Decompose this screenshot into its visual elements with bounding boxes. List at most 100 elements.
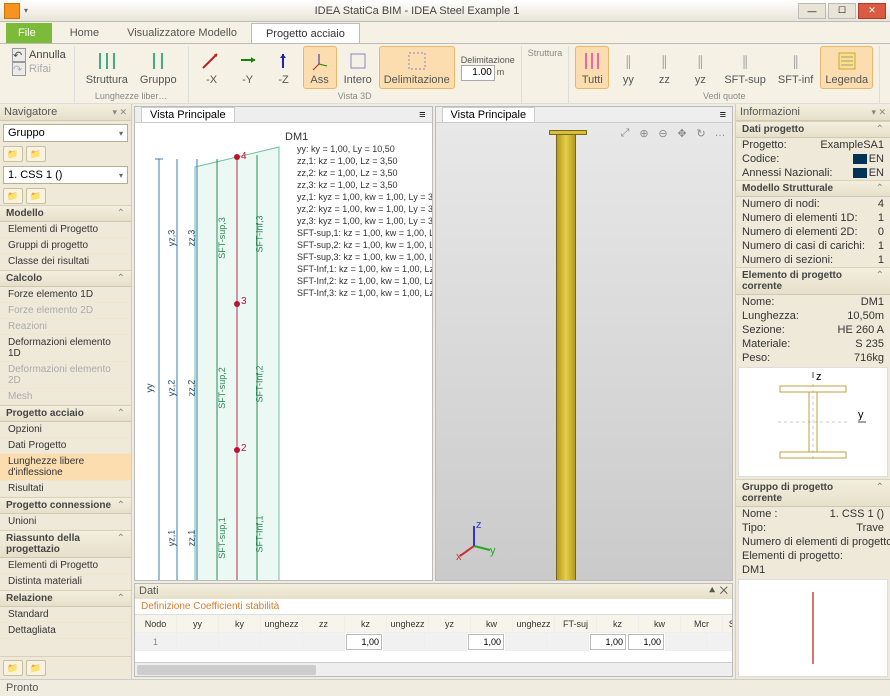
- view-3d-tab[interactable]: Vista Principale: [442, 107, 536, 122]
- data-grid-hscroll[interactable]: [135, 662, 732, 676]
- info-sec-elemento[interactable]: Elemento di progetto corrente: [736, 267, 890, 295]
- nav-combo-gruppo[interactable]: Gruppo: [3, 124, 128, 142]
- grid-cell: [303, 633, 345, 651]
- grid-cell[interactable]: [590, 634, 626, 650]
- tab-bar: File Home Visualizzatore Modello Progett…: [0, 22, 890, 44]
- rotate-icon[interactable]: ↻: [693, 125, 709, 141]
- group-preview: [738, 579, 888, 677]
- btn-view-z[interactable]: -Z: [267, 46, 301, 89]
- app-icon: [4, 3, 20, 19]
- view-2d-tab[interactable]: Vista Principale: [141, 107, 235, 122]
- info-panel: Informazioni▾ ✕ Dati progetto Progetto:E…: [735, 104, 890, 679]
- qat-dropdown[interactable]: ▾: [24, 6, 28, 15]
- tab-file[interactable]: File: [6, 23, 52, 43]
- view-2d-canvas[interactable]: DM1 yy: ky = 1,00, Ly = 10,50 zz,1: kz =…: [135, 123, 432, 580]
- nav-sec-connessione[interactable]: Progetto connessione: [0, 497, 131, 514]
- grid-cell[interactable]: [628, 634, 664, 650]
- nav-item: Deformazioni elemento 2D: [0, 362, 131, 389]
- btn-delimitazione[interactable]: Delimitazione: [379, 46, 455, 89]
- ribbon-group-2-label: Vista 3D: [338, 91, 372, 101]
- btn-struttura[interactable]: Struttura: [81, 46, 133, 89]
- minimize-button[interactable]: —: [798, 3, 826, 19]
- svg-text:x: x: [456, 551, 462, 563]
- nav-item[interactable]: Forze elemento 1D: [0, 287, 131, 303]
- view-3d-pane: Vista Principale ≡ ⤢ ⊕ ⊖ ✥ ↻ … x y z: [435, 106, 734, 581]
- zoom-out-icon[interactable]: ⊖: [655, 125, 671, 141]
- btn-yz[interactable]: ∥yz: [683, 46, 717, 89]
- grid-cell: [261, 633, 303, 651]
- folder-btn-1[interactable]: 📁: [3, 146, 23, 162]
- status-bar: Pronto: [0, 679, 890, 696]
- info-sec-progetto[interactable]: Dati progetto: [736, 121, 890, 138]
- view-2d-menu[interactable]: ≡: [419, 109, 425, 121]
- nav-item[interactable]: Unioni: [0, 514, 131, 530]
- tab-home[interactable]: Home: [56, 23, 113, 43]
- folder-btn-3[interactable]: 📁: [3, 188, 23, 204]
- delim-label: Delimitazione: [461, 55, 515, 65]
- btn-zz[interactable]: ∥zz: [647, 46, 681, 89]
- btn-legenda[interactable]: Legenda: [820, 46, 873, 89]
- tab-visualizzatore[interactable]: Visualizzatore Modello: [113, 23, 251, 43]
- nav-item[interactable]: Lunghezze libere d'inflessione: [0, 454, 131, 481]
- grid-cell: [707, 633, 732, 651]
- grid-cell[interactable]: [468, 634, 504, 650]
- zoom-in-icon[interactable]: ⊕: [636, 125, 652, 141]
- view-3d-menu[interactable]: ≡: [720, 109, 726, 121]
- nav-sec-modello[interactable]: Modello: [0, 205, 131, 222]
- nav-item[interactable]: Elementi di Progetto: [0, 558, 131, 574]
- nav-item: Mesh: [0, 389, 131, 405]
- redo-button[interactable]: ↷Rifai: [12, 62, 66, 76]
- btn-sft-sup[interactable]: ∥SFT-sup: [719, 46, 771, 89]
- btn-intero[interactable]: Intero: [339, 46, 377, 89]
- nav-sec-calcolo[interactable]: Calcolo: [0, 270, 131, 287]
- info-sec-gruppo[interactable]: Gruppo di progetto corrente: [736, 479, 890, 507]
- info-sec-modello[interactable]: Modello Strutturale: [736, 180, 890, 197]
- nav-sec-relazione[interactable]: Relazione: [0, 590, 131, 607]
- section-preview: z y: [738, 367, 888, 477]
- btn-gruppo[interactable]: Gruppo: [135, 46, 182, 89]
- data-pane-subtitle: Definizione Coefficienti stabilità: [135, 599, 732, 615]
- maximize-button[interactable]: ☐: [828, 3, 856, 19]
- nav-header: Navigatore▾ ✕: [0, 104, 131, 121]
- pan-icon[interactable]: ✥: [674, 125, 690, 141]
- data-pane: Dati⯅ ✕ Definizione Coefficienti stabili…: [134, 583, 733, 677]
- view-3d-canvas[interactable]: ⤢ ⊕ ⊖ ✥ ↻ … x y z: [436, 123, 733, 580]
- nav-item: Forze elemento 2D: [0, 303, 131, 319]
- tab-progetto-acciaio[interactable]: Progetto acciaio: [251, 23, 360, 43]
- nav-item[interactable]: Opzioni: [0, 422, 131, 438]
- btn-tutti[interactable]: Tutti: [575, 46, 609, 89]
- view3d-toolbar: ⤢ ⊕ ⊖ ✥ ↻ …: [617, 125, 728, 141]
- nav-item[interactable]: Dettagliata: [0, 623, 131, 639]
- nav-item[interactable]: Classe dei risultati: [0, 254, 131, 270]
- close-button[interactable]: ✕: [858, 3, 886, 19]
- bottom-folder-btn-1[interactable]: 📁: [3, 660, 23, 676]
- nav-item[interactable]: Gruppi di progetto: [0, 238, 131, 254]
- grid-cell[interactable]: [346, 634, 382, 650]
- folder-btn-2[interactable]: 📁: [26, 146, 46, 162]
- zoom-fit-icon[interactable]: ⤢: [617, 125, 633, 141]
- nav-sec-acciaio[interactable]: Progetto acciaio: [0, 405, 131, 422]
- btn-view-ass[interactable]: Ass: [303, 46, 337, 89]
- btn-view-y[interactable]: -Y: [231, 46, 265, 89]
- nav-sec-riassunto[interactable]: Riassunto della progettazio: [0, 530, 131, 558]
- delim-input[interactable]: [461, 65, 495, 81]
- undo-button[interactable]: ↶Annulla: [12, 48, 66, 62]
- nav-item[interactable]: Dati Progetto: [0, 438, 131, 454]
- nav-item[interactable]: Elementi di Progetto: [0, 222, 131, 238]
- beam-2d-svg: [149, 137, 432, 580]
- svg-text:z: z: [816, 371, 822, 383]
- nav-item[interactable]: Distinta materiali: [0, 574, 131, 590]
- nav-item[interactable]: Standard: [0, 607, 131, 623]
- bottom-folder-btn-2[interactable]: 📁: [26, 660, 46, 676]
- nav-item: Reazioni: [0, 319, 131, 335]
- btn-yy[interactable]: ∥yy: [611, 46, 645, 89]
- btn-sft-inf[interactable]: ∥SFT-inf: [773, 46, 818, 89]
- nav-item[interactable]: Deformazioni elemento 1D: [0, 335, 131, 362]
- data-grid[interactable]: NodoyykyunghezzzzkzunghezzyzkwunghezzFT-…: [135, 615, 732, 662]
- nav-combo-css[interactable]: 1. CSS 1 (): [3, 166, 128, 184]
- folder-btn-4[interactable]: 📁: [26, 188, 46, 204]
- nav-item[interactable]: Risultati: [0, 481, 131, 497]
- view3d-more-icon[interactable]: …: [712, 125, 728, 141]
- btn-view-x[interactable]: -X: [195, 46, 229, 89]
- view-2d-pane: Vista Principale ≡ DM1 yy: ky = 1,00, Ly …: [134, 106, 433, 581]
